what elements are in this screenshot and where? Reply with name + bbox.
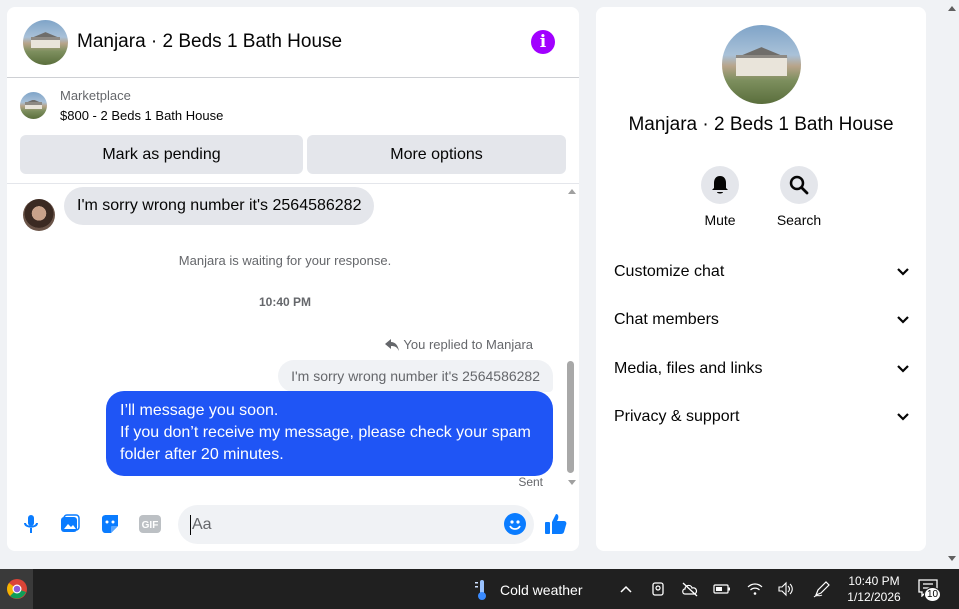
more-options-button[interactable]: More options bbox=[307, 135, 566, 174]
cloud-off-icon[interactable] bbox=[681, 580, 699, 598]
message-input[interactable]: Aa bbox=[178, 505, 534, 544]
message-input-placeholder: Aa bbox=[192, 515, 212, 533]
reply-note: You replied to Manjara bbox=[385, 337, 533, 352]
marketplace-label: Marketplace bbox=[60, 88, 131, 103]
profile-avatar[interactable] bbox=[722, 25, 801, 104]
outgoing-line-2: If you don’t receive my message, please … bbox=[120, 424, 531, 463]
search-icon bbox=[780, 166, 818, 204]
section-media-files-links[interactable]: Media, files and links bbox=[614, 360, 910, 378]
chat-header: Manjara · 2 Beds 1 Bath House i bbox=[7, 7, 579, 78]
wifi-icon[interactable] bbox=[746, 580, 764, 598]
listing-thumbnail[interactable] bbox=[20, 92, 47, 119]
reply-note-text: You replied to Manjara bbox=[403, 337, 533, 352]
section-label: Customize chat bbox=[614, 263, 725, 280]
chat-title[interactable]: Manjara · 2 Beds 1 Bath House bbox=[77, 31, 342, 53]
message-timestamp: 10:40 PM bbox=[258, 295, 312, 309]
thermometer-icon bbox=[475, 580, 486, 600]
thumbs-up-icon[interactable] bbox=[543, 511, 569, 537]
chevron-up-icon[interactable] bbox=[617, 580, 635, 598]
chrome-icon[interactable] bbox=[0, 569, 33, 609]
scrollbar-thumb[interactable] bbox=[567, 361, 574, 473]
scroll-up-arrow[interactable] bbox=[568, 189, 576, 194]
info-icon[interactable]: i bbox=[531, 30, 555, 54]
bell-icon bbox=[701, 166, 739, 204]
chevron-down-icon bbox=[897, 268, 909, 276]
outgoing-line-1: I’ll message you soon. bbox=[120, 402, 279, 419]
page-scroll-up-arrow[interactable] bbox=[948, 6, 956, 11]
search-button[interactable]: Search bbox=[769, 166, 829, 228]
incoming-message[interactable]: I'm sorry wrong number it's 2564586282 bbox=[64, 187, 375, 225]
page-scroll-down-arrow[interactable] bbox=[948, 556, 956, 561]
chevron-down-icon bbox=[897, 316, 909, 324]
pen-icon[interactable] bbox=[813, 580, 831, 598]
chat-avatar[interactable] bbox=[23, 19, 68, 65]
section-label: Chat members bbox=[614, 311, 719, 328]
section-privacy-support[interactable]: Privacy & support bbox=[614, 408, 910, 426]
chat-panel: Manjara · 2 Beds 1 Bath House i Marketpl… bbox=[7, 7, 579, 551]
volume-icon[interactable] bbox=[777, 580, 795, 598]
mute-button[interactable]: Mute bbox=[690, 166, 750, 228]
outgoing-message[interactable]: I’ll message you soon. If you don’t rece… bbox=[106, 391, 553, 476]
clock-time: 10:40 PM bbox=[848, 574, 900, 588]
search-label: Search bbox=[776, 212, 822, 228]
quoted-message[interactable]: I'm sorry wrong number it's 2564586282 bbox=[278, 360, 553, 392]
emoji-icon[interactable] bbox=[504, 513, 526, 535]
conversation-name: Manjara · 2 Beds 1 Bath House bbox=[628, 114, 894, 135]
section-chat-members[interactable]: Chat members bbox=[614, 311, 910, 329]
weather-widget[interactable]: Cold weather bbox=[474, 579, 583, 601]
mark-as-pending-button[interactable]: Mark as pending bbox=[20, 135, 303, 174]
sticker-icon[interactable] bbox=[99, 513, 121, 535]
taskbar: Cold weather 10:40 PM 1/12/2026 10 bbox=[0, 569, 959, 609]
section-label: Privacy & support bbox=[614, 408, 740, 425]
microphone-icon[interactable] bbox=[20, 513, 42, 535]
conversation-info-panel: Manjara · 2 Beds 1 Bath House Mute Searc… bbox=[596, 7, 926, 551]
section-label: Media, files and links bbox=[614, 360, 763, 377]
photo-icon[interactable] bbox=[59, 513, 81, 535]
section-customize-chat[interactable]: Customize chat bbox=[614, 263, 910, 281]
notification-count-badge: 10 bbox=[924, 587, 941, 602]
reply-arrow-icon bbox=[385, 338, 400, 351]
gif-icon[interactable]: GIF bbox=[139, 513, 161, 535]
mute-label: Mute bbox=[704, 212, 736, 228]
weather-text: Cold weather bbox=[500, 582, 583, 598]
clock-date: 1/12/2026 bbox=[847, 590, 901, 604]
sender-avatar[interactable] bbox=[23, 199, 55, 231]
composer: GIF Aa bbox=[7, 497, 579, 551]
chevron-down-icon bbox=[897, 365, 909, 373]
camera-icon[interactable] bbox=[649, 580, 667, 598]
battery-icon[interactable] bbox=[713, 580, 731, 598]
message-list[interactable]: I'm sorry wrong number it's 2564586282 M… bbox=[7, 185, 579, 497]
waiting-note: Manjara is waiting for your response. bbox=[178, 253, 392, 268]
marketplace-banner: Marketplace $800 - 2 Beds 1 Bath House M… bbox=[7, 78, 579, 184]
sent-status: Sent bbox=[518, 475, 543, 489]
clock[interactable]: 10:40 PM 1/12/2026 bbox=[842, 573, 906, 605]
listing-title[interactable]: $800 - 2 Beds 1 Bath House bbox=[60, 108, 223, 123]
svg-text:GIF: GIF bbox=[142, 520, 159, 531]
scroll-down-arrow[interactable] bbox=[568, 480, 576, 485]
chevron-down-icon bbox=[897, 413, 909, 421]
